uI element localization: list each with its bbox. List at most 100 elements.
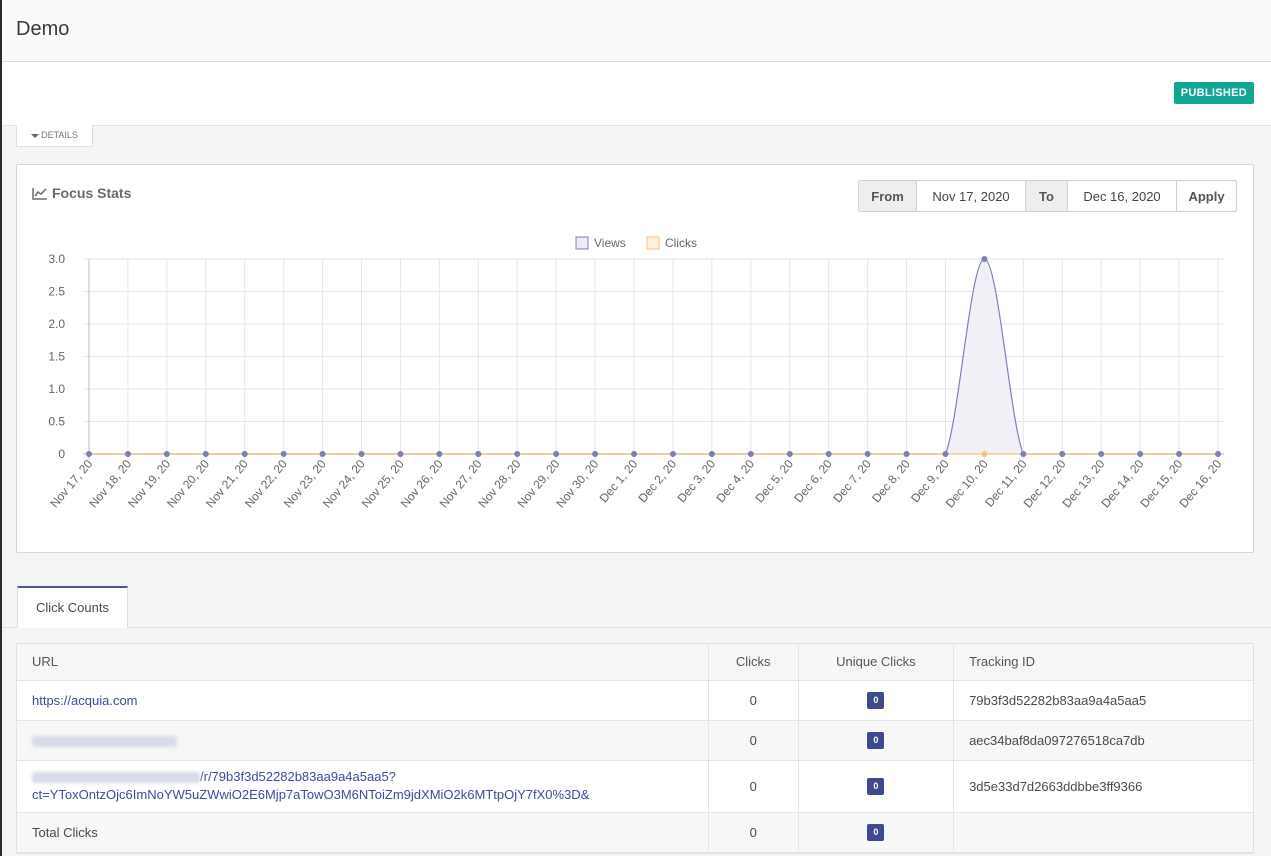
data-point-views[interactable] <box>1098 451 1105 457</box>
data-point-views[interactable] <box>1137 451 1144 457</box>
x-tick-label: Dec 5, 20 <box>752 457 796 506</box>
data-point-views[interactable] <box>553 451 560 457</box>
focus-stats-chart: Views Clicks Nov 17, 20Nov 18, 20Nov 19, … <box>47 236 1224 511</box>
data-point-views[interactable] <box>592 451 599 457</box>
details-toggle[interactable]: DETAILS <box>16 125 93 147</box>
table-header-row: URL Clicks Unique Clicks Tracking ID <box>17 644 1253 681</box>
header-tracking-id: Tracking ID <box>953 644 1253 681</box>
data-point-views[interactable] <box>1215 451 1221 457</box>
total-clicks-cell: 0 <box>708 812 799 853</box>
tab-bar: Click Counts <box>2 586 1271 628</box>
data-point-views[interactable] <box>942 451 949 457</box>
y-tick-label: 1.0 <box>48 382 65 396</box>
data-point-views[interactable] <box>981 256 988 262</box>
focus-stats-panel: Focus Stats From Nov 17, 2020 To Dec 16,… <box>16 164 1254 553</box>
page-title: Demo <box>16 18 70 40</box>
y-tick-label: 0 <box>58 447 65 461</box>
data-point-views[interactable] <box>202 451 209 457</box>
data-point-views[interactable] <box>708 451 715 457</box>
table-row: 0 0 aec34baf8da097276518ca7db <box>17 720 1253 761</box>
tracking-id-cell: 79b3f3d52282b83aa9a4a5aa5 <box>953 680 1253 721</box>
total-tracking-cell <box>953 812 1253 853</box>
legend-swatch-views[interactable] <box>575 236 589 250</box>
tab-click-counts[interactable]: Click Counts <box>17 586 128 628</box>
click-counts-table: URL Clicks Unique Clicks Tracking ID htt… <box>16 643 1254 854</box>
page-header: Demo <box>2 0 1271 62</box>
data-point-views[interactable] <box>1020 451 1027 457</box>
total-unique-cell: 0 <box>798 812 955 853</box>
data-point-views[interactable] <box>631 451 638 457</box>
x-tick-label: Dec 7, 20 <box>830 457 874 506</box>
data-point-views[interactable] <box>358 451 365 457</box>
clicks-cell: 0 <box>708 760 799 813</box>
data-point-views[interactable] <box>319 451 326 457</box>
y-axis-labels: 3.0 2.5 2.0 1.5 1.0 0.5 0 <box>48 252 65 461</box>
data-point-views[interactable] <box>280 451 287 457</box>
data-point-views[interactable] <box>786 451 793 457</box>
url-line-2: ct=YToxOntzOjc6ImNoYW5uZWwiO2E6Mjp7aTowO… <box>32 787 590 802</box>
redacted-url-prefix <box>32 772 200 784</box>
data-point-views[interactable] <box>436 451 443 457</box>
data-point-views[interactable] <box>1059 451 1066 457</box>
unique-clicks-badge: 0 <box>867 732 885 749</box>
data-point-views[interactable] <box>747 451 754 457</box>
unique-clicks-cell: 0 <box>798 720 955 761</box>
unique-clicks-cell: 0 <box>798 680 955 721</box>
x-tick-label: Dec 6, 20 <box>791 457 835 506</box>
data-point-clicks[interactable] <box>981 451 988 457</box>
redacted-url <box>32 735 177 747</box>
tracking-id-cell: aec34baf8da097276518ca7db <box>953 720 1253 761</box>
data-point-views[interactable] <box>864 451 871 457</box>
x-tick-label: Dec 3, 20 <box>674 457 718 506</box>
table-row: https://acquia.com 0 0 79b3f3d52282b83aa… <box>17 680 1253 721</box>
status-badge: PUBLISHED <box>1173 82 1254 104</box>
table-row: /r/79b3f3d52282b83aa9a4a5aa5? ct=YToxOntz… <box>17 760 1253 813</box>
details-toggle-label: DETAILS <box>41 130 78 140</box>
data-point-views[interactable] <box>124 451 131 457</box>
url-line-1: /r/79b3f3d52282b83aa9a4a5aa5? <box>200 769 396 784</box>
y-tick-label: 0.5 <box>48 415 65 429</box>
x-tick-label: Dec 8, 20 <box>869 457 913 506</box>
url-link[interactable]: https://acquia.com <box>32 693 138 708</box>
caret-down-icon <box>31 133 40 138</box>
data-point-views[interactable] <box>514 451 521 457</box>
unique-clicks-badge: 0 <box>867 692 885 709</box>
legend-label-clicks[interactable]: Clicks <box>665 236 697 250</box>
total-unique-badge: 0 <box>867 824 885 841</box>
chart-grid <box>83 258 1224 460</box>
data-point-views[interactable] <box>825 451 832 457</box>
y-tick-label: 3.0 <box>48 252 65 266</box>
tracking-id-cell: 3d5e33d7d2663ddbbe3ff9366 <box>953 760 1253 813</box>
header-unique-clicks: Unique Clicks <box>798 644 955 681</box>
y-tick-label: 1.5 <box>48 350 65 364</box>
data-point-views[interactable] <box>903 451 910 457</box>
chart-legend: Views Clicks <box>575 236 697 250</box>
data-point-views[interactable] <box>1176 451 1183 457</box>
clicks-cell: 0 <box>708 680 799 721</box>
data-point-views[interactable] <box>475 451 482 457</box>
data-point-views[interactable] <box>669 451 676 457</box>
header-clicks: Clicks <box>708 644 799 681</box>
url-link-redacted[interactable] <box>32 733 177 748</box>
url-link-long[interactable]: /r/79b3f3d52282b83aa9a4a5aa5? ct=YToxOntz… <box>32 769 589 802</box>
data-point-views[interactable] <box>86 451 92 457</box>
header-url: URL <box>17 644 709 681</box>
data-point-views[interactable] <box>397 451 404 457</box>
y-tick-label: 2.5 <box>48 285 65 299</box>
data-point-views[interactable] <box>241 451 248 457</box>
data-point-views[interactable] <box>163 451 170 457</box>
window-edge <box>0 0 2 856</box>
x-tick-label: Dec 4, 20 <box>713 457 757 506</box>
total-row: Total Clicks 0 0 <box>17 812 1253 853</box>
unique-clicks-cell: 0 <box>798 760 955 813</box>
clicks-cell: 0 <box>708 720 799 761</box>
legend-swatch-clicks[interactable] <box>646 236 660 250</box>
unique-clicks-badge: 0 <box>867 778 885 795</box>
legend-label-views[interactable]: Views <box>594 236 626 250</box>
x-axis-labels: Nov 17, 20Nov 18, 20Nov 19, 20Nov 20, 20… <box>47 457 1224 511</box>
total-label: Total Clicks <box>17 812 709 853</box>
status-bar: PUBLISHED <box>2 62 1271 126</box>
x-tick-label: Dec 2, 20 <box>636 457 680 506</box>
x-tick-label: Dec 1, 20 <box>597 457 641 506</box>
y-tick-label: 2.0 <box>48 317 65 331</box>
